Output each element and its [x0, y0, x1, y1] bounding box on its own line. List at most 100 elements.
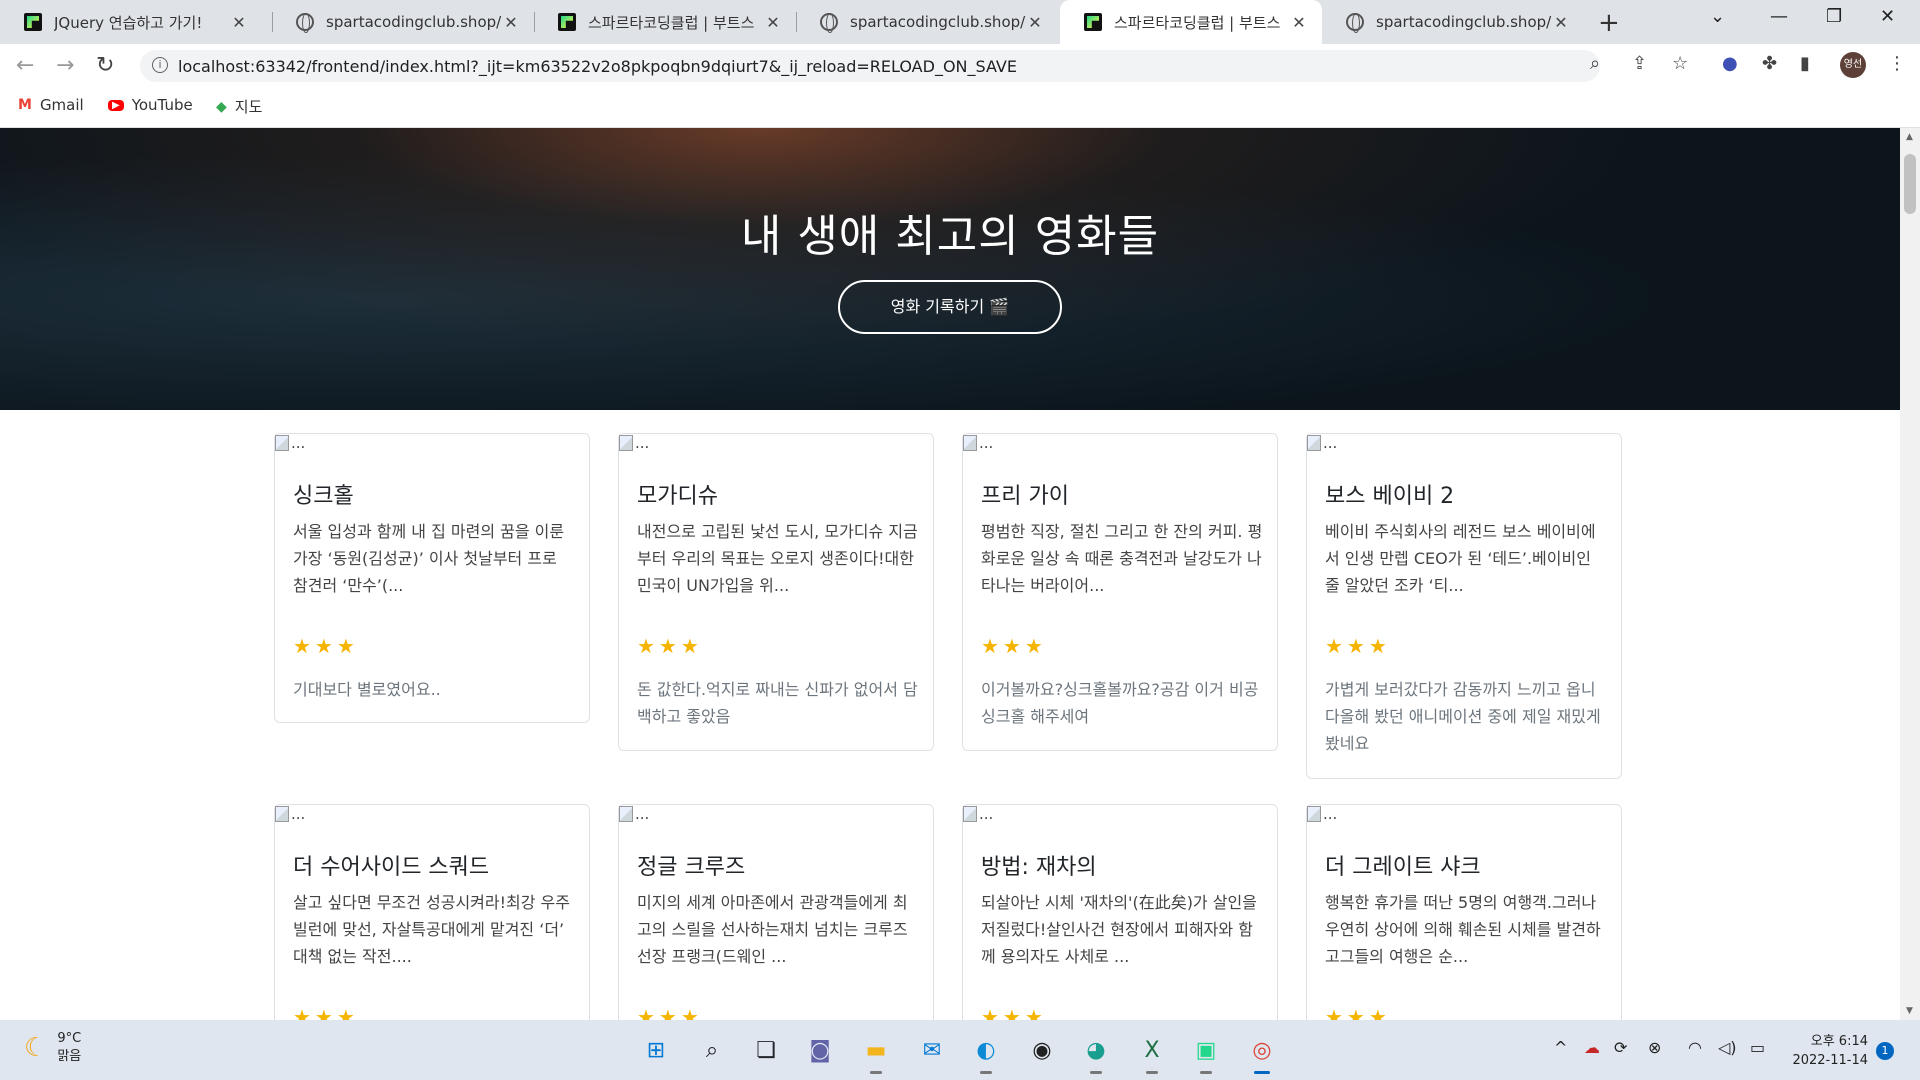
side-panel-icon[interactable]: ▮: [1800, 53, 1810, 74]
puzzle-icon[interactable]: ✤: [1762, 53, 1777, 74]
bookmark-maps[interactable]: ◆ 지도: [216, 96, 262, 117]
close-icon[interactable]: ✕: [1290, 13, 1308, 32]
card-title: 싱크홀: [293, 484, 354, 509]
scroll-up-icon[interactable]: ▲: [1906, 132, 1913, 142]
weather-widget[interactable]: ☾ 9°C 맑음: [24, 1030, 81, 1066]
reload-icon[interactable]: ↻: [96, 53, 114, 78]
card-text: 베이비 주식회사의 레전드 보스 베이비에서 인생 만렙 CEO가 된 ‘테드’…: [1325, 522, 1596, 595]
file-explorer-icon[interactable]: ▬: [858, 1032, 894, 1074]
maximize-icon[interactable]: ❐: [1826, 6, 1842, 27]
close-icon[interactable]: ✕: [1026, 13, 1044, 32]
scroll-down-icon[interactable]: ▼: [1906, 1006, 1913, 1016]
card-image: ...: [275, 805, 305, 823]
chevron-up-icon[interactable]: ^: [1554, 1038, 1567, 1057]
page-scrollbar[interactable]: ▲ ▼: [1900, 128, 1920, 1020]
bookmark-gmail[interactable]: M Gmail: [18, 96, 84, 114]
star-rating: ★★★: [981, 1005, 1047, 1020]
search-icon[interactable]: ⌕: [694, 1032, 730, 1068]
app-icon[interactable]: ◕: [1078, 1032, 1114, 1074]
chrome-icon[interactable]: ◎: [1244, 1032, 1280, 1074]
pycharm-icon: [24, 13, 42, 31]
pycharm-icon: [558, 13, 576, 31]
teams-icon[interactable]: ◙: [802, 1032, 838, 1068]
sync-icon[interactable]: ⟳: [1614, 1038, 1627, 1057]
page-viewport: 내 생애 최고의 영화들 영화 기록하기 🎬 ... 싱크홀 서울 입성과 함께…: [0, 128, 1900, 1020]
globe-icon: [296, 13, 314, 33]
battery-icon[interactable]: ▭: [1750, 1038, 1765, 1057]
star-rating: ★★★: [637, 1005, 703, 1020]
bookmark-label: YouTube: [131, 96, 193, 114]
card-title: 더 수어사이드 스쿼드: [293, 855, 490, 880]
share-icon[interactable]: ⇪: [1632, 53, 1647, 74]
card-title: 더 그레이트 샤크: [1325, 855, 1481, 880]
bookmark-star-icon[interactable]: ☆: [1672, 53, 1688, 74]
tray-close-icon[interactable]: ⊗: [1648, 1038, 1661, 1057]
menu-icon[interactable]: ⋮: [1888, 53, 1906, 74]
volume-icon[interactable]: ◁): [1718, 1038, 1737, 1057]
movie-card: ... 보스 베이비 2 베이비 주식회사의 레전드 보스 베이비에서 인생 만…: [1306, 433, 1622, 779]
extension-icon[interactable]: ●: [1722, 53, 1738, 74]
card-image: ...: [963, 434, 993, 452]
browser-tab[interactable]: spartacodingclub.shop/spa ✕: [272, 0, 534, 44]
media-app-icon[interactable]: ◉: [1024, 1032, 1060, 1068]
card-image: ...: [1307, 434, 1337, 452]
tray-app-icon[interactable]: ☁: [1584, 1038, 1600, 1057]
close-icon[interactable]: ✕: [230, 13, 248, 32]
bookmark-youtube[interactable]: ▶ YouTube: [108, 96, 193, 114]
star-rating: ★★★: [1325, 634, 1391, 658]
start-icon[interactable]: ⊞: [638, 1032, 674, 1068]
system-clock[interactable]: 오후 6:14 2022-11-14: [1784, 1032, 1868, 1070]
movie-card: ... 프리 가이 평범한 직장, 절친 그리고 한 잔의 커피. 평화로운 일…: [962, 433, 1278, 751]
page-title: 내 생애 최고의 영화들: [740, 211, 1160, 262]
tab-title: spartacodingclub.shop/wel: [1376, 13, 1552, 31]
star-rating: ★★★: [293, 634, 359, 658]
task-view-icon[interactable]: ❏: [748, 1032, 784, 1068]
pycharm-icon: [1084, 13, 1102, 31]
notification-badge[interactable]: 1: [1876, 1042, 1894, 1060]
edge-icon[interactable]: ◐: [968, 1032, 1004, 1074]
minimize-icon[interactable]: —: [1770, 6, 1788, 27]
card-image: ...: [963, 805, 993, 823]
tab-title: spartacodingclub.shop/spa: [326, 13, 502, 31]
bookmarks-bar: M Gmail ▶ YouTube ◆ 지도: [0, 88, 1920, 128]
close-icon[interactable]: ✕: [764, 13, 782, 32]
card-text: 평범한 직장, 절친 그리고 한 잔의 커피. 평화로운 일상 속 때론 충격전…: [981, 522, 1263, 595]
browser-tab[interactable]: spartacodingclub.shop/wel ✕: [1322, 0, 1584, 44]
mail-icon[interactable]: ✉: [914, 1032, 950, 1068]
browser-tab-active[interactable]: 스파르타코딩클럽 | 부트스 ✕: [1060, 0, 1322, 44]
wifi-icon[interactable]: ◠: [1688, 1038, 1702, 1057]
close-window-icon[interactable]: ✕: [1880, 6, 1895, 27]
excel-icon[interactable]: X: [1134, 1032, 1170, 1074]
card-comment: 이거볼까요?싱크홀볼까요?공감 이거 비공 싱크홀 해주세여: [981, 680, 1259, 726]
tab-title: 스파르타코딩클럽 | 부트스: [1114, 13, 1281, 32]
address-bar[interactable]: i localhost:63342/frontend/index.html?_i…: [140, 50, 1600, 82]
globe-icon: [820, 13, 838, 33]
star-rating: ★★★: [293, 1005, 359, 1020]
new-tab-icon[interactable]: +: [1598, 8, 1620, 38]
record-movie-button[interactable]: 영화 기록하기 🎬: [838, 280, 1062, 334]
tab-search-icon[interactable]: ⌄: [1710, 6, 1725, 27]
back-icon[interactable]: ←: [16, 53, 34, 78]
star-rating: ★★★: [981, 634, 1047, 658]
close-icon[interactable]: ✕: [502, 13, 520, 32]
scroll-thumb[interactable]: [1904, 154, 1916, 214]
browser-tab[interactable]: spartacodingclub.shop/wel ✕: [796, 0, 1058, 44]
moon-icon: ☾: [24, 1033, 48, 1063]
pycharm-icon[interactable]: ▣: [1188, 1032, 1224, 1074]
movie-card: ... 정글 크루즈 미지의 세계 아마존에서 관광객들에게 최고의 스릴을 선…: [618, 804, 934, 1020]
card-image: ...: [275, 434, 305, 452]
card-comment: 기대보다 별로였어요..: [293, 680, 441, 699]
zoom-icon[interactable]: ⌕: [1590, 53, 1600, 74]
card-image: ...: [619, 805, 649, 823]
close-icon[interactable]: ✕: [1552, 13, 1570, 32]
tab-title: 스파르타코딩클럽 | 부트스: [588, 13, 755, 32]
star-rating: ★★★: [1325, 1005, 1391, 1020]
maps-icon: ◆: [216, 98, 227, 115]
tab-title: spartacodingclub.shop/wel: [850, 13, 1026, 31]
browser-tab[interactable]: JQuery 연습하고 가기! ✕: [0, 0, 262, 44]
profile-avatar[interactable]: 영선: [1840, 52, 1866, 78]
browser-tab[interactable]: 스파르타코딩클럽 | 부트스 ✕: [534, 0, 796, 44]
info-icon[interactable]: i: [152, 57, 168, 73]
card-text: 살고 싶다면 무조건 성공시켜라!최강 우주 빌런에 맞선, 자살특공대에게 맡…: [293, 893, 570, 966]
forward-icon[interactable]: →: [56, 53, 74, 78]
